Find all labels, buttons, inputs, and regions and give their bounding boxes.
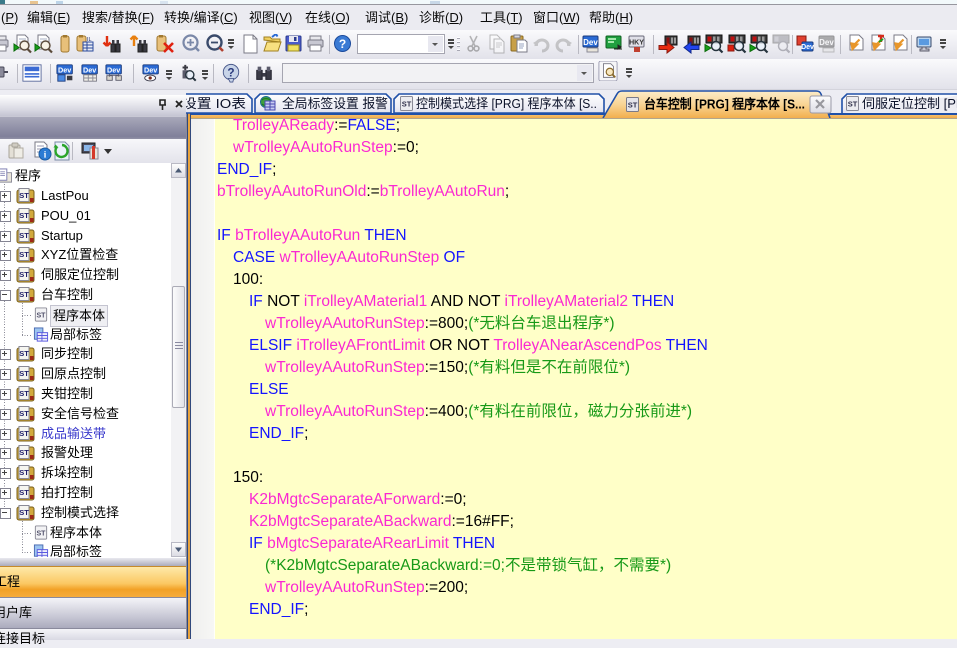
svg-text:Dev: Dev	[107, 66, 121, 75]
svg-text:Dev: Dev	[144, 66, 158, 75]
svg-text:Dev: Dev	[83, 66, 97, 75]
svg-text:伺服定位控制 [PR: 伺服定位控制 [PR	[862, 96, 957, 111]
svg-text:ST: ST	[628, 101, 638, 110]
svg-text:Dev: Dev	[58, 66, 72, 75]
svg-text:全局标签设置 报警: 全局标签设置 报警	[282, 96, 388, 111]
svg-text:控制模式选择 [PRG] 程序本体 [S..: 控制模式选择 [PRG] 程序本体 [S..	[416, 96, 597, 111]
svg-text:ST: ST	[402, 100, 412, 109]
svg-text:ST: ST	[848, 100, 858, 109]
svg-text:设置 IO表: 设置 IO表	[186, 96, 246, 111]
svg-text:Dev: Dev	[801, 44, 814, 51]
svg-text:?: ?	[227, 66, 234, 80]
svg-text:台车控制 [PRG] 程序本体 [S...: 台车控制 [PRG] 程序本体 [S...	[644, 97, 805, 112]
